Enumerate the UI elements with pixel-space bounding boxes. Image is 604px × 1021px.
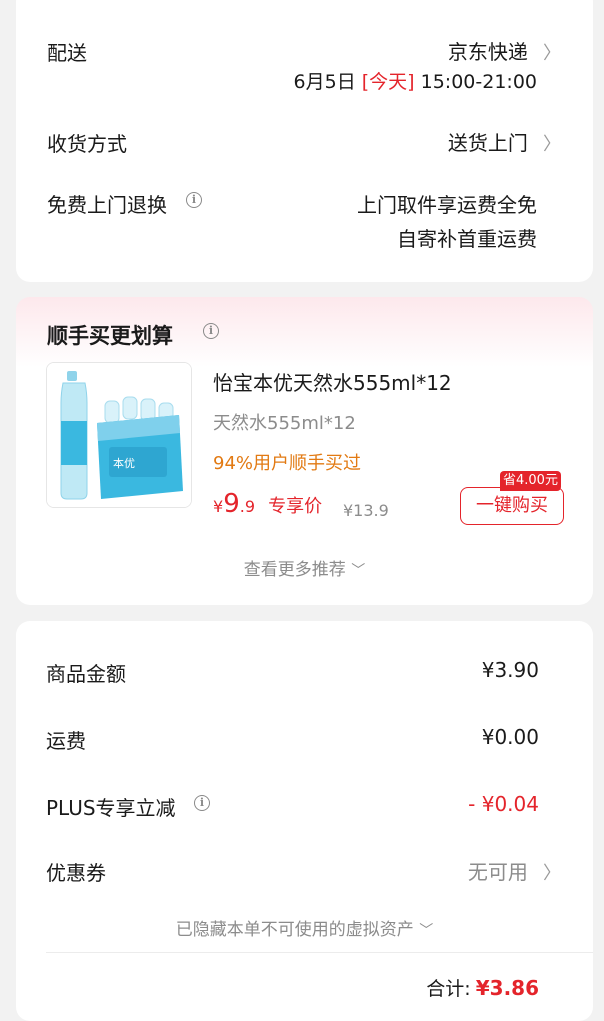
more-recommendations-label: 查看更多推荐 bbox=[243, 560, 346, 580]
delivery-time: 6月5日 [今天] 15:00-21:00 bbox=[294, 67, 537, 94]
total-row: 合计: ¥3.86 bbox=[426, 974, 539, 1001]
divider bbox=[46, 952, 593, 953]
delivery-carrier-row[interactable]: 京东快递 〉 bbox=[448, 36, 561, 65]
plus-discount-label: PLUS专享立减 bbox=[46, 796, 176, 820]
save-badge: 省4.00元 bbox=[500, 471, 561, 491]
delivery-card: 配送 京东快递 〉 6月5日 [今天] 15:00-21:00 收货方式 送货上… bbox=[16, 0, 593, 282]
receive-method-label: 收货方式 bbox=[47, 132, 127, 156]
chevron-right-icon: 〉 bbox=[543, 43, 561, 64]
receive-method-row[interactable]: 送货上门 〉 bbox=[448, 127, 561, 156]
goods-amount-label: 商品金额 bbox=[46, 662, 126, 686]
total-label: 合计: bbox=[426, 978, 471, 1000]
more-recommendations-link[interactable]: 查看更多推荐 ﹀ bbox=[16, 555, 593, 580]
price-tag: 专享价 bbox=[268, 496, 323, 517]
chevron-down-icon: ﹀ bbox=[351, 563, 366, 579]
product-spec: 天然水555ml*12 bbox=[213, 413, 356, 434]
total-value: ¥3.86 bbox=[475, 976, 539, 1000]
product-price: ¥9.9 专享价 bbox=[213, 489, 322, 519]
delivery-label: 配送 bbox=[47, 41, 87, 65]
water-bottle-pack-icon: 本优 bbox=[47, 363, 191, 507]
price-decimal: .9 bbox=[239, 497, 255, 516]
recommend-title: 顺手买更划算 bbox=[47, 324, 173, 348]
coupon-label: 优惠券 bbox=[46, 861, 106, 885]
free-return-line2: 自寄补首重运费 bbox=[397, 227, 537, 251]
original-price: ¥13.9 bbox=[343, 501, 389, 520]
chevron-right-icon: 〉 bbox=[543, 863, 561, 884]
delivery-carrier: 京东快递 bbox=[447, 40, 528, 64]
chevron-down-icon: ﹀ bbox=[419, 923, 434, 939]
hidden-assets-note: 已隐藏本单不可使用的虚拟资产 bbox=[175, 920, 414, 940]
coupon-value: 无可用 bbox=[467, 860, 528, 884]
chevron-right-icon: 〉 bbox=[543, 134, 561, 155]
info-icon[interactable]: i bbox=[203, 323, 219, 339]
svg-text:本优: 本优 bbox=[113, 456, 135, 470]
time-window: 15:00-21:00 bbox=[420, 71, 537, 93]
goods-amount-value: ¥3.90 bbox=[481, 658, 539, 682]
order-summary-card: 商品金额 ¥3.90 运费 ¥0.00 PLUS专享立减 i - ¥0.04 优… bbox=[16, 621, 593, 1021]
delivery-date: 6月5日 bbox=[293, 71, 356, 93]
product-image[interactable]: 本优 bbox=[46, 362, 192, 508]
free-return-line1: 上门取件享运费全免 bbox=[357, 193, 537, 217]
today-tag: [今天] bbox=[361, 71, 415, 93]
shipping-value: ¥0.00 bbox=[481, 725, 539, 749]
coupon-row[interactable]: 无可用 〉 bbox=[468, 856, 561, 885]
info-icon[interactable]: i bbox=[186, 192, 202, 208]
plus-discount-value: - ¥0.04 bbox=[468, 792, 539, 816]
product-name[interactable]: 怡宝本优天然水555ml*12 bbox=[213, 367, 452, 396]
one-click-buy-button[interactable]: 一键购买 bbox=[460, 487, 564, 525]
shipping-label: 运费 bbox=[46, 729, 86, 753]
hidden-assets-toggle[interactable]: 已隐藏本单不可使用的虚拟资产 ﹀ bbox=[16, 915, 593, 940]
receive-method-value: 送货上门 bbox=[447, 131, 528, 155]
price-integer: 9 bbox=[223, 489, 240, 519]
recommend-card: 顺手买更划算 i 本优 怡宝本优天然水555ml*12 天然水555ml*12 … bbox=[16, 297, 593, 605]
currency-symbol: ¥ bbox=[213, 497, 224, 516]
info-icon[interactable]: i bbox=[194, 795, 210, 811]
buyers-note: 94%用户顺手买过 bbox=[213, 453, 362, 474]
free-return-label: 免费上门退换 bbox=[47, 193, 167, 217]
